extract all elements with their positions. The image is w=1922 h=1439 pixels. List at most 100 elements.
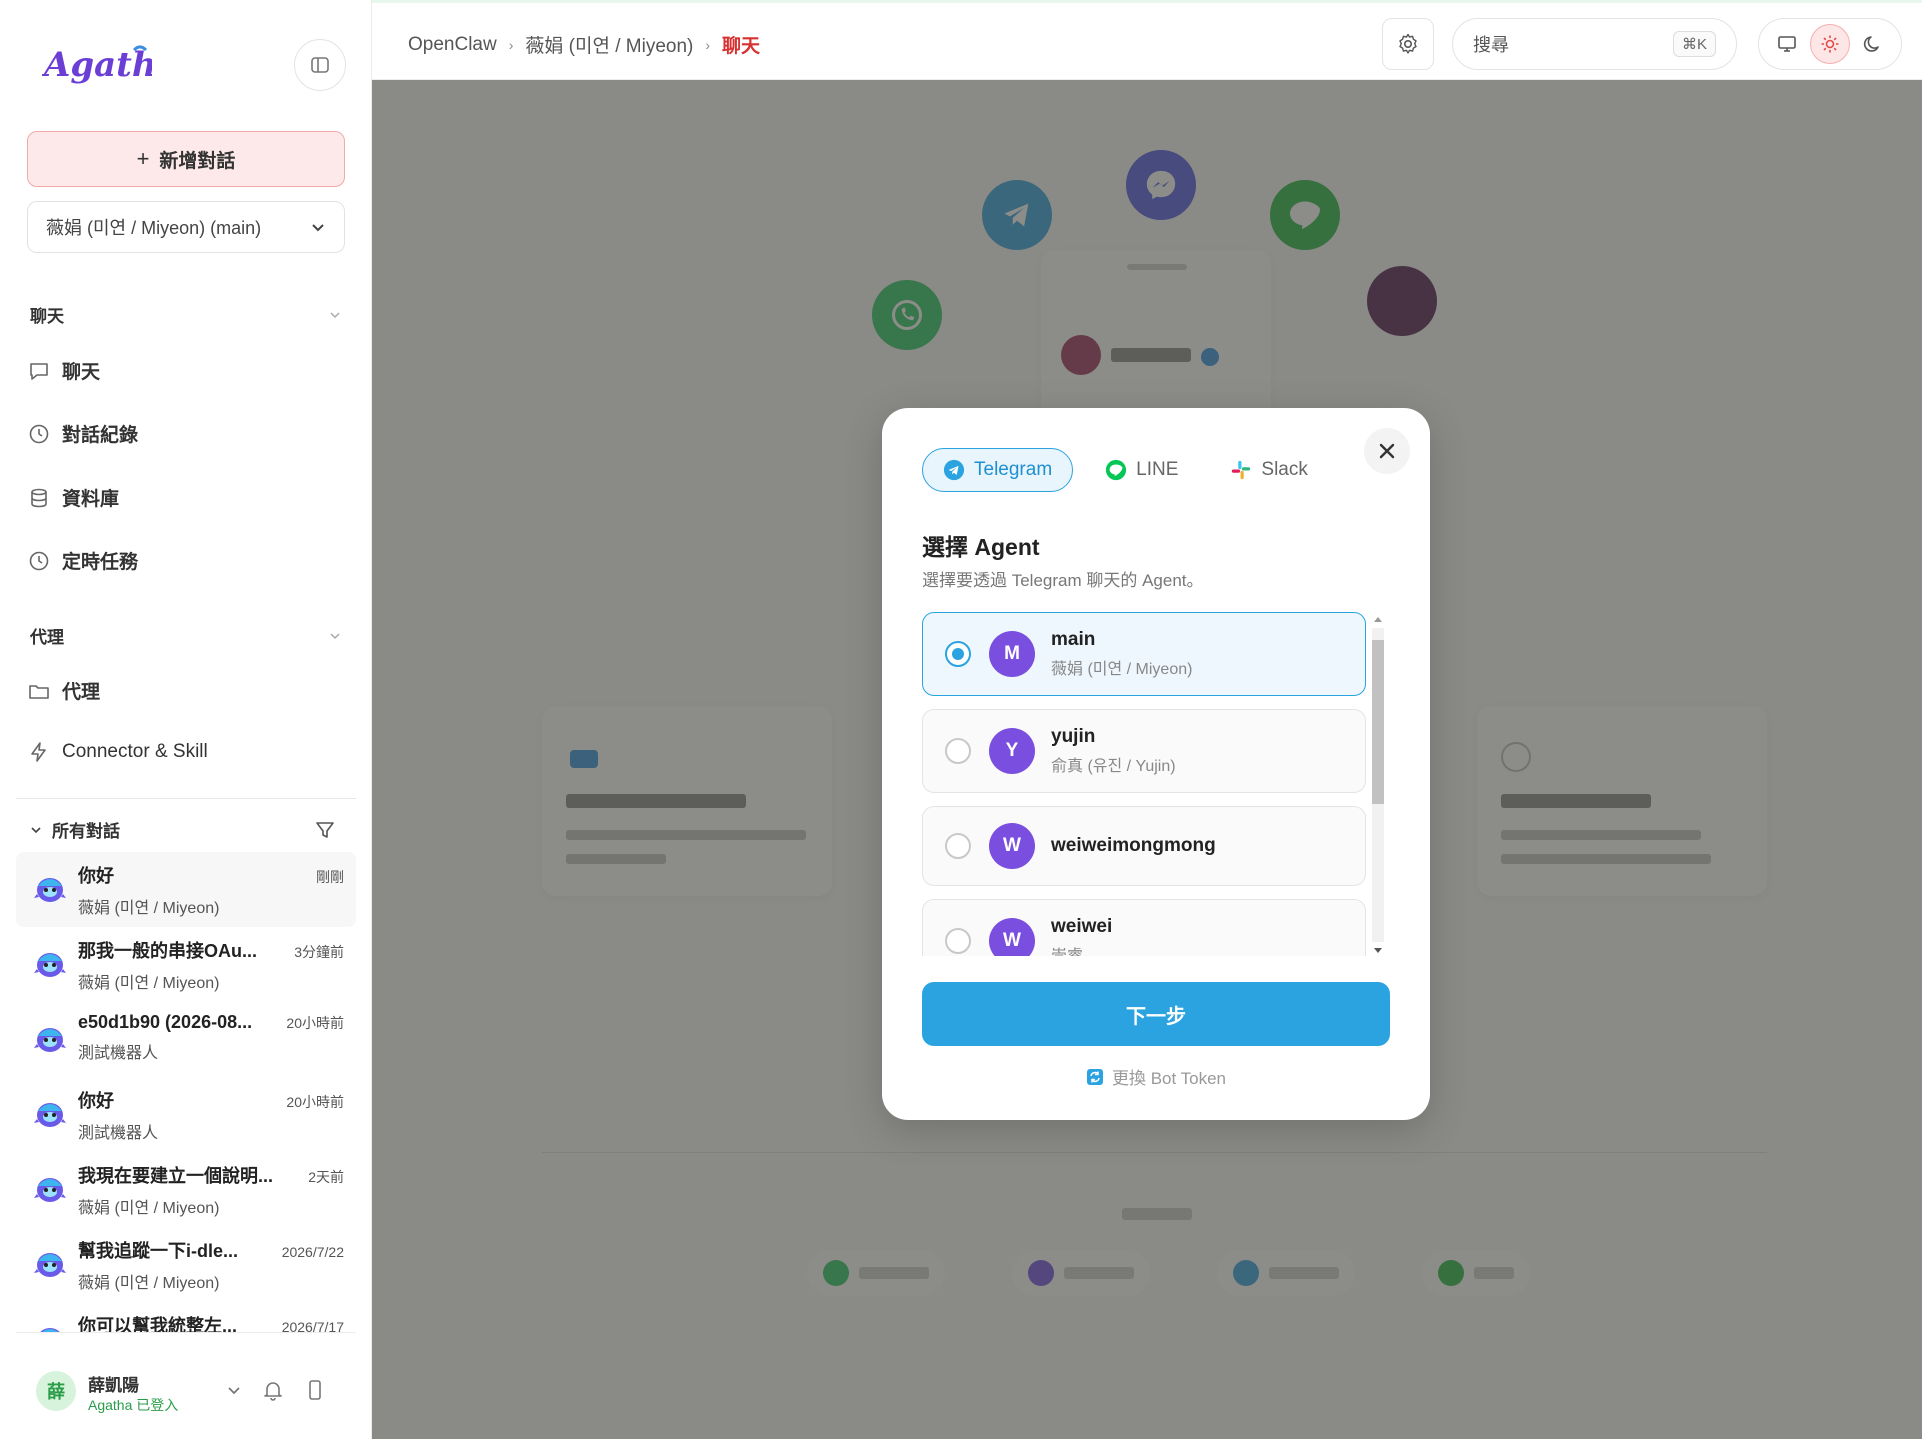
agent-select-value: 薇娟 (미연 / Miyeon) (main) <box>46 218 262 238</box>
settings-button[interactable] <box>1382 18 1434 70</box>
slack-icon <box>1232 460 1251 480</box>
tab-telegram-label: Telegram <box>974 459 1053 480</box>
nav-item-scheduled-tasks[interactable]: 定時任務 <box>28 547 138 574</box>
conversation-avatar-icon <box>32 1020 68 1056</box>
conversation-title: 你可以幫我統整左... <box>78 1316 238 1332</box>
chat-section-header[interactable]: 聊天 <box>30 302 342 327</box>
theme-system-button[interactable] <box>1767 24 1807 64</box>
plus-icon: + <box>136 146 150 171</box>
agent-radio[interactable] <box>945 833 971 859</box>
new-chat-label: 新增對話 <box>159 150 236 172</box>
nav-item-agent[interactable]: 代理 <box>28 677 100 704</box>
conversation-avatar-icon <box>32 945 68 981</box>
search-box[interactable]: 搜尋 ⌘K <box>1452 18 1737 70</box>
conversation-title: e50d1b90 (2026-08... <box>78 1012 253 1032</box>
nav-item-chat[interactable]: 聊天 <box>28 357 100 384</box>
conversation-item[interactable]: e50d1b90 (2026-08... 20小時前 測試機器人 <box>16 1002 356 1077</box>
agent-option-list: M main 薇娟 (미연 / Miyeon) Y yujin 俞真 (유진 /… <box>922 612 1392 956</box>
agent-radio[interactable] <box>945 928 971 954</box>
conversation-time: 2天前 <box>308 1169 344 1185</box>
breadcrumb-item-agent[interactable]: 薇娟 (미연 / Miyeon) <box>525 31 693 58</box>
close-button[interactable] <box>1364 428 1410 474</box>
agent-avatar: W <box>989 823 1035 869</box>
moon-icon <box>1864 36 1880 52</box>
agent-description: 俞真 (유진 / Yujin) <box>1051 758 1176 775</box>
nav-connector-label: Connector & Skill <box>62 741 208 762</box>
theme-dark-button[interactable] <box>1853 24 1893 64</box>
conversation-avatar-icon <box>32 1245 68 1281</box>
scroll-up-arrow-icon <box>1374 617 1382 622</box>
scrollbar-thumb[interactable] <box>1372 640 1384 804</box>
sidebar-collapse-button[interactable] <box>294 39 346 91</box>
refresh-icon <box>1086 1068 1103 1085</box>
agent-option-main[interactable]: M main 薇娟 (미연 / Miyeon) <box>922 612 1366 696</box>
filter-icon[interactable] <box>314 819 336 841</box>
conversation-item[interactable]: 幫我追蹤一下i-dle... 2026/7/22 薇娟 (미연 / Miyeon) <box>16 1227 356 1302</box>
swap-bot-token-link[interactable]: 更換 Bot Token <box>882 1064 1430 1089</box>
conversation-item[interactable]: 那我一般的串接OAu... 3分鐘前 薇娟 (미연 / Miyeon) <box>16 927 356 1002</box>
agent-name: weiwei <box>1051 916 1113 937</box>
conversation-agent: 薇娟 (미연 / Miyeon) <box>78 975 220 992</box>
agent-select[interactable]: 薇娟 (미연 / Miyeon) (main) <box>27 201 345 253</box>
chevron-down-icon <box>31 826 41 833</box>
svg-text:Agatha: Agatha <box>42 45 152 85</box>
agent-option-yujin[interactable]: Y yujin 俞真 (유진 / Yujin) <box>922 709 1366 793</box>
user-avatar[interactable]: 薛 <box>36 1371 76 1411</box>
sun-icon <box>1821 35 1839 53</box>
agent-option-weiweimongmong[interactable]: W weiweimongmong <box>922 806 1366 886</box>
app-logo[interactable]: Agatha <box>41 40 179 90</box>
breadcrumb-separator-icon: › <box>705 36 711 53</box>
conversation-agent: 測試機器人 <box>78 1045 159 1062</box>
chevron-down-icon[interactable] <box>226 1382 242 1398</box>
folder-icon <box>29 684 49 699</box>
topbar: OpenClaw › 薇娟 (미연 / Miyeon) › 聊天 搜尋 ⌘K <box>372 0 1922 80</box>
select-agent-dialog: Telegram LINE Slack 選擇 Agent 選擇要透過 Teleg… <box>882 408 1430 1120</box>
agent-section-header[interactable]: 代理 <box>30 623 342 648</box>
user-bar: 薛 薛凱陽 Agatha 已登入 <box>16 1332 356 1439</box>
agent-radio[interactable] <box>945 641 971 667</box>
conversation-item[interactable]: 你好 剛剛 薇娟 (미연 / Miyeon) <box>16 852 356 927</box>
agent-radio[interactable] <box>945 738 971 764</box>
conversation-agent: 薇娟 (미연 / Miyeon) <box>78 1275 220 1292</box>
conversation-avatar-icon <box>32 1170 68 1206</box>
bell-icon[interactable] <box>262 1379 284 1401</box>
tab-slack[interactable]: Slack <box>1210 448 1327 492</box>
theme-switcher <box>1758 18 1902 70</box>
tab-line[interactable]: LINE <box>1085 448 1198 492</box>
nav-item-database[interactable]: 資料庫 <box>28 484 119 511</box>
conversation-item[interactable]: 你可以幫我統整左... 2026/7/17 <box>16 1302 356 1332</box>
nav-item-history[interactable]: 對話紀錄 <box>28 420 138 447</box>
tab-slack-label: Slack <box>1261 459 1308 480</box>
chevron-down-icon <box>312 224 324 232</box>
conversation-item[interactable]: 你好 20小時前 測試機器人 <box>16 1077 356 1152</box>
conversation-title: 幫我追蹤一下i-dle... <box>78 1241 239 1261</box>
conversation-time: 剛剛 <box>316 869 344 885</box>
conversation-list: 你好 剛剛 薇娟 (미연 / Miyeon) 那我一般的串接OAu... 3分鐘前 薇娟 … <box>16 852 356 1332</box>
agent-avatar: M <box>989 631 1035 677</box>
agent-option-weiwei[interactable]: W weiwei 崇睿 <box>922 899 1366 956</box>
conversation-title: 你好 <box>78 1091 114 1111</box>
conversation-time: 2026/7/17 <box>281 1319 344 1332</box>
agent-list-scrollbar[interactable] <box>1368 612 1386 958</box>
tab-telegram[interactable]: Telegram <box>922 448 1074 492</box>
nav-item-connector-skill[interactable]: Connector & Skill <box>28 741 208 763</box>
lightning-icon <box>31 742 46 762</box>
theme-light-button[interactable] <box>1809 24 1850 64</box>
all-conversations-header[interactable]: 所有對話 <box>30 817 336 842</box>
next-step-button[interactable]: 下一步 <box>922 982 1390 1046</box>
new-chat-button[interactable]: + 新增對話 <box>27 131 345 187</box>
conversation-item[interactable]: 我現在要建立一個說明... 2天前 薇娟 (미연 / Miyeon) <box>16 1152 356 1227</box>
conversation-title: 我現在要建立一個說明... <box>78 1166 274 1186</box>
breadcrumb-item-root[interactable]: OpenClaw <box>408 34 497 56</box>
nav-history-label: 對話紀錄 <box>62 425 139 446</box>
agent-avatar: Y <box>989 728 1035 774</box>
line-icon <box>1106 459 1127 481</box>
mobile-device-icon[interactable] <box>304 1379 326 1401</box>
chevron-down-icon <box>330 632 340 639</box>
tab-line-label: LINE <box>1136 459 1179 480</box>
conversation-agent: 測試機器人 <box>78 1125 159 1142</box>
scroll-down-arrow-icon <box>1374 948 1382 953</box>
dialog-title: 選擇 Agent <box>922 534 1040 560</box>
search-placeholder: 搜尋 <box>1473 35 1509 55</box>
breadcrumb-item-current: 聊天 <box>722 36 761 57</box>
